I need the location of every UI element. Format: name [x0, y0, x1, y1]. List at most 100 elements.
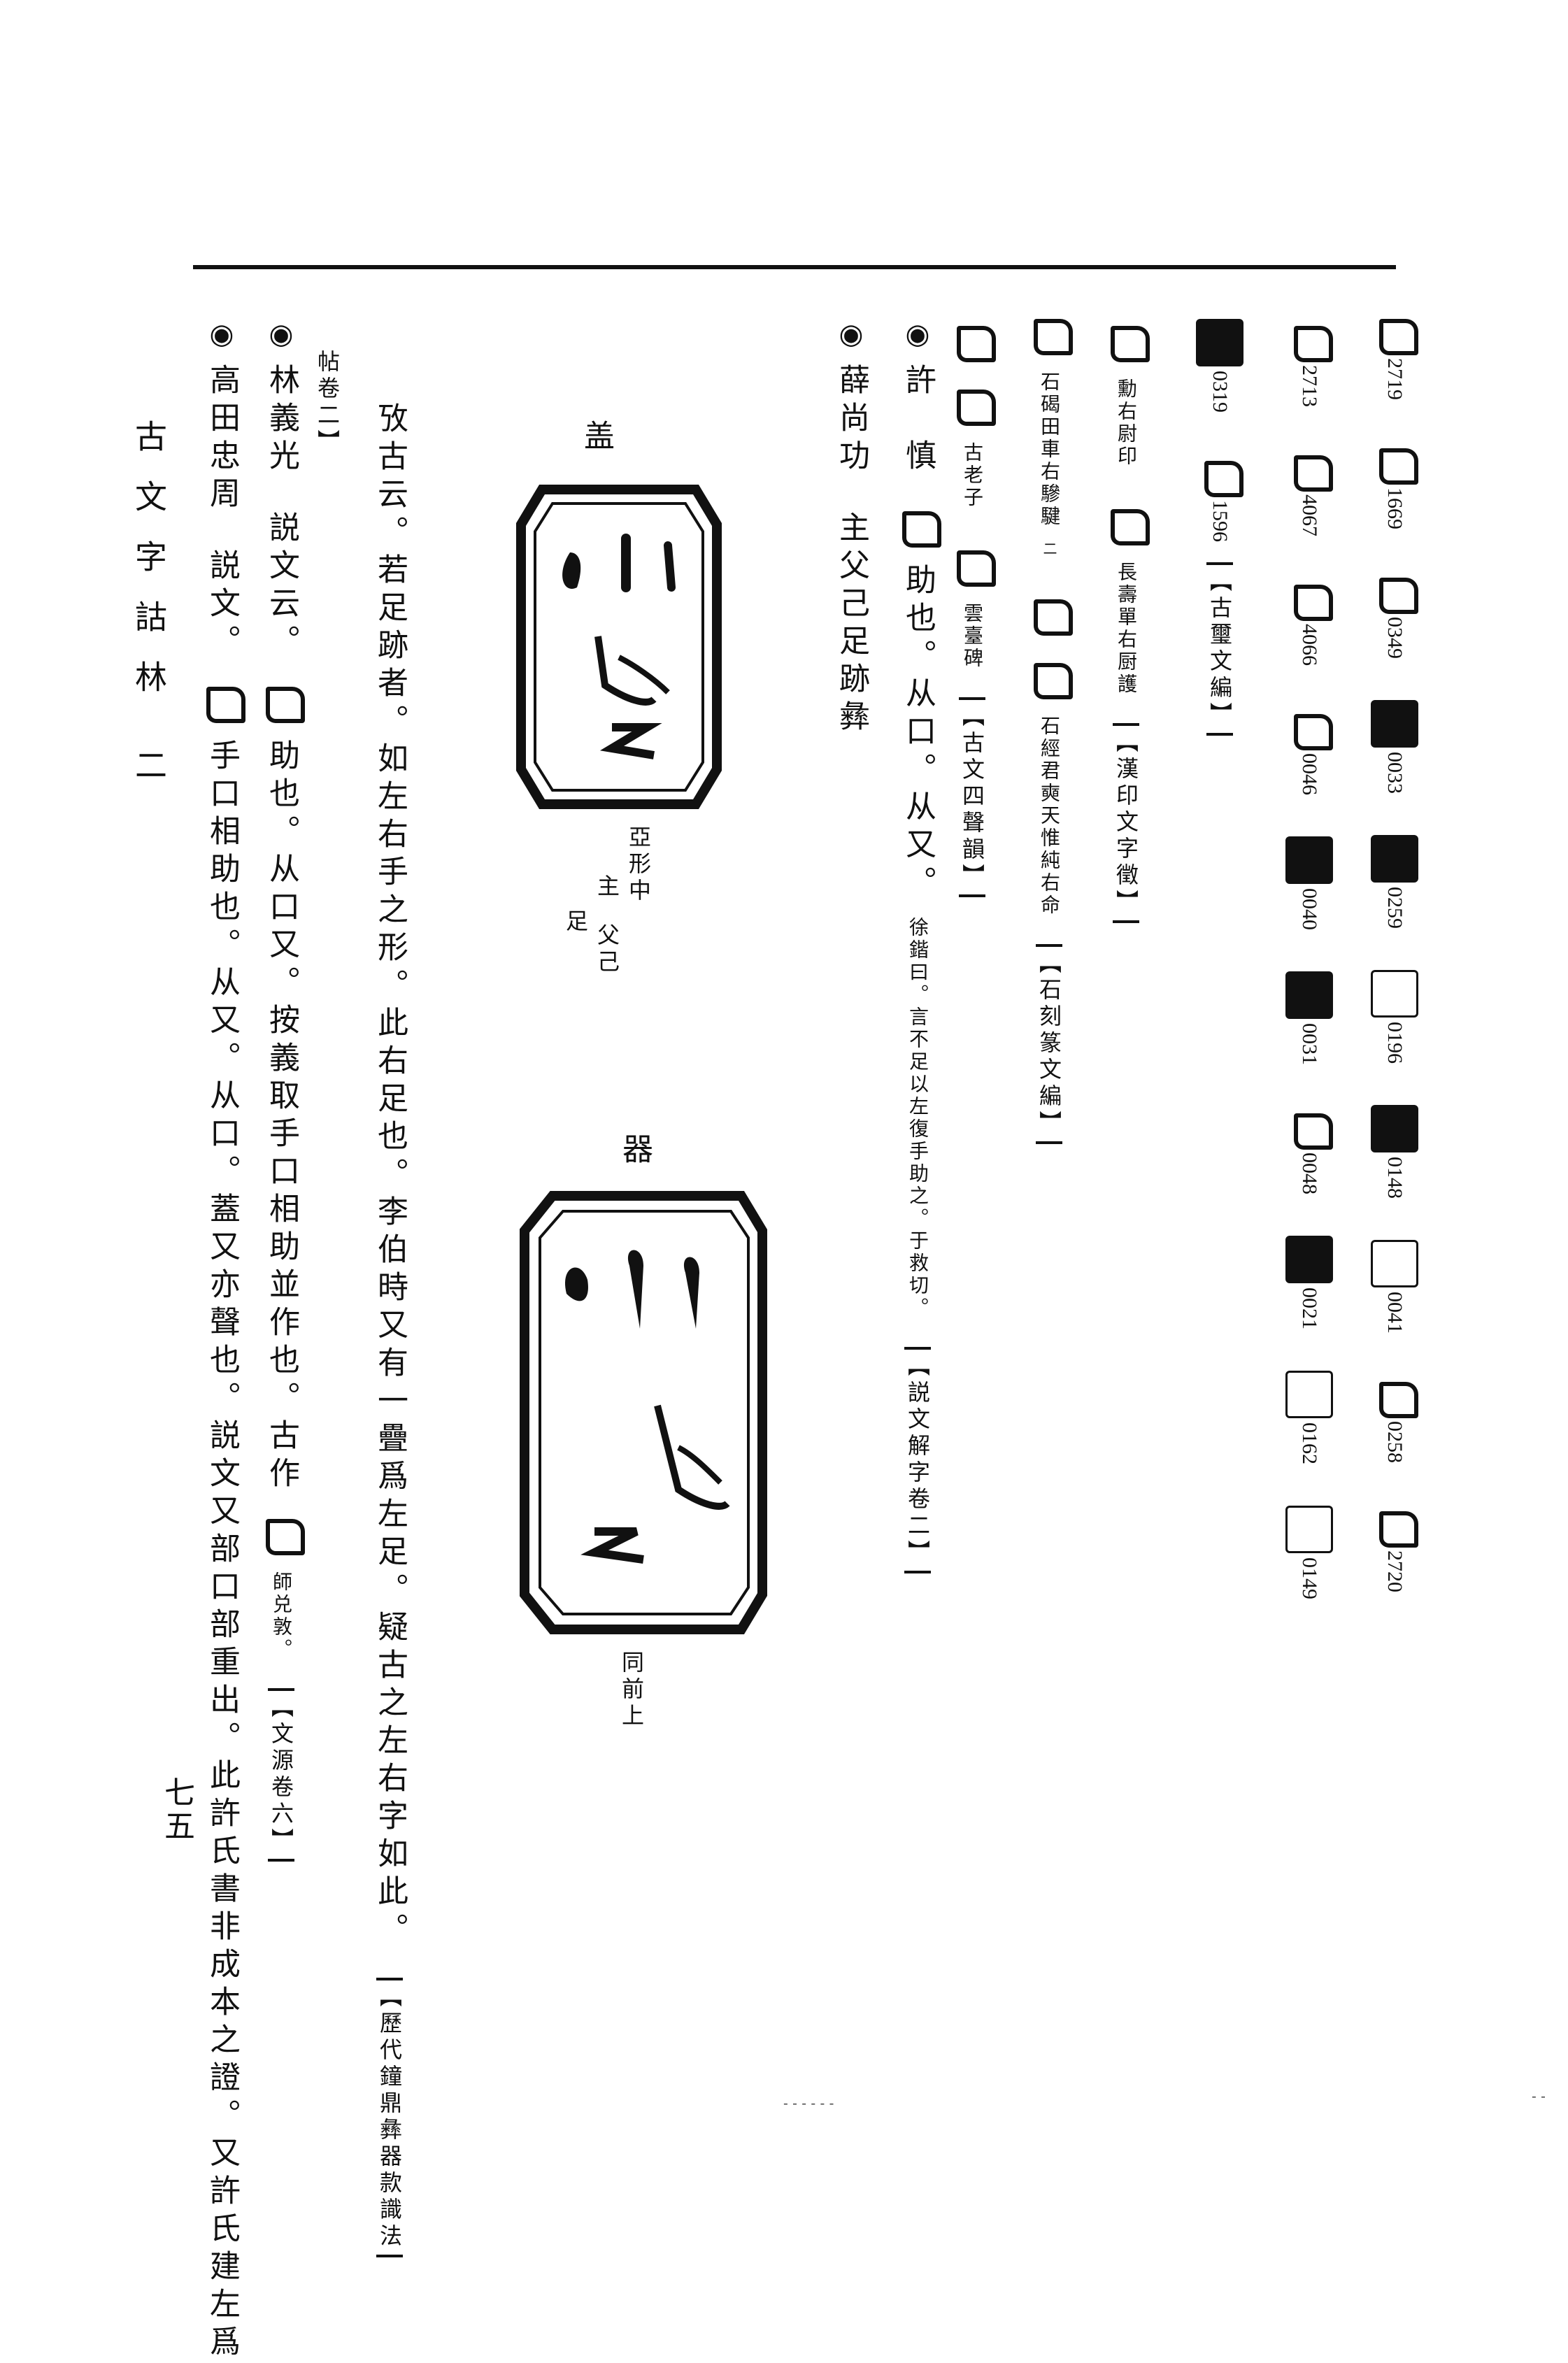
- seal-glyph-icon: [1105, 502, 1150, 545]
- glyph-number: 1669: [1383, 487, 1406, 529]
- book-title: 古文字詁林二: [126, 420, 172, 808]
- entry-xu-shen: ◉ 許 慎 助也。从口。从又。 徐鍇曰。言不足以左復手助之。于救切。 【説文解字…: [895, 318, 941, 1573]
- seal-glyph-icon: [951, 543, 996, 587]
- source-citation-continued: 帖卷二】: [314, 350, 341, 456]
- seal-glyph-icon: [951, 319, 996, 362]
- entry-text: 説文云。: [264, 511, 299, 662]
- glyph-number: 0033: [1383, 752, 1406, 794]
- glyph-number: 2713: [1298, 365, 1321, 407]
- glyph-number: 0040: [1298, 888, 1321, 930]
- glyph-number: 4066: [1298, 624, 1321, 666]
- scan-artifact: - -: [1532, 2087, 1546, 2104]
- seal-stamp-icon: [1285, 1236, 1333, 1283]
- seal-glyph-icon: [1288, 448, 1333, 492]
- source-citation: 【文源卷六】: [268, 1688, 294, 1862]
- source-citation: 【古璽文編】: [1206, 562, 1233, 736]
- bullet-icon: ◉: [265, 318, 297, 350]
- glyph-column-2: 2713 4067 4066 0046 0040 0031 0048 0021 …: [1285, 315, 1333, 1599]
- source-citation: 【説文解字卷二】: [904, 1347, 931, 1573]
- entry-text: 助也。从口又。按義取手口相助並作也。古作: [264, 739, 299, 1494]
- bullet-icon: ◉: [835, 318, 867, 350]
- seal-stamp-icon: [1196, 319, 1243, 366]
- caption-column-4: 勳右尉印 長壽單右厨護 【漢印文字徵】: [1105, 315, 1150, 923]
- glyph-number: 4067: [1298, 494, 1321, 536]
- entry-text: 助也。从口。从又。: [900, 564, 936, 904]
- glyph-number: 2719: [1383, 358, 1406, 400]
- glyph-number: 0259: [1383, 887, 1406, 929]
- inscription-caption: 足: [562, 909, 589, 936]
- source-citation: 【古文四聲韻】: [959, 697, 985, 897]
- glyph-number: 0021: [1298, 1287, 1321, 1329]
- author-name: 林義光: [264, 364, 299, 477]
- author-name: 薛尚功: [834, 364, 869, 477]
- entry-note: 徐鍇曰。言不足以左復手助之。于救切。: [906, 917, 929, 1320]
- glyph-number: 0046: [1298, 753, 1321, 795]
- seal-stamp-icon: [1285, 1506, 1333, 1553]
- book-volume: 二: [130, 748, 168, 808]
- glyph-number: 0196: [1383, 1022, 1406, 1064]
- author-name: 高田忠周: [204, 364, 240, 515]
- seal-glyph-icon: [1288, 1106, 1333, 1150]
- seal-stamp-icon: [1285, 971, 1333, 1019]
- glyph-number: 0041: [1383, 1292, 1406, 1334]
- book-title-text: 古文字詁林: [130, 420, 168, 720]
- inscription-label-lid: 盖: [578, 420, 614, 457]
- seal-stamp-icon: [1371, 700, 1418, 748]
- glyph-caption: 石碣田車右驂騝: [1038, 371, 1061, 528]
- entry-text: 攷古云。若足跡者。如左右手之形。此右足也。李伯時又有一疊爲左足。疑古之左右字如此…: [372, 402, 408, 1950]
- author-name: 許 慎: [900, 364, 936, 477]
- seal-glyph-icon: [201, 680, 245, 723]
- glyph-number: 0048: [1298, 1152, 1321, 1194]
- glyph-column-1: 2719 1669 0349 0033 0259 0196 0148 0041 …: [1371, 308, 1418, 1592]
- glyph-number: 1596: [1209, 500, 1232, 542]
- entry-kaogu-text: 攷古云。若足跡者。如左右手之形。此右足也。李伯時又有一疊爲左足。疑古之左右字如此…: [367, 402, 412, 2257]
- source-citation: 【石刻篆文編】: [1036, 944, 1062, 1144]
- glyph-caption: 石經君奭天惟純右命: [1038, 715, 1061, 917]
- seal-glyph-icon: [1288, 707, 1333, 750]
- inscription-caption: 父己: [594, 923, 620, 976]
- glyph-number: 0258: [1383, 1421, 1406, 1463]
- seal-glyph-icon: [260, 680, 305, 723]
- seal-stamp-icon: [1285, 1371, 1333, 1418]
- seal-stamp-icon: [1371, 835, 1418, 883]
- seal-glyph-icon: [1028, 656, 1073, 699]
- glyph-number: 0031: [1298, 1023, 1321, 1065]
- seal-stamp-icon: [1285, 836, 1333, 884]
- seal-stamp-icon: [1371, 970, 1418, 1018]
- seal-glyph-icon: [1374, 441, 1418, 485]
- glyph-number: 0162: [1298, 1422, 1321, 1464]
- entry-text: 手口相助也。从又。从口。蓋又亦聲也。説文又部口部重出。此許氏書非成本之證。又許氏…: [204, 739, 240, 2363]
- seal-glyph-icon: [1288, 578, 1333, 621]
- glyph-caption: 古老子: [961, 442, 984, 509]
- page-number: 七五: [159, 1776, 194, 1843]
- glyph-column-3: 0319 1596 【古璽文編】: [1196, 315, 1243, 736]
- glyph-number: 2720: [1383, 1550, 1406, 1592]
- glyph-number: 0148: [1383, 1157, 1406, 1199]
- inscription-label-vessel: 器: [617, 1133, 653, 1171]
- glyph-note: 二: [1041, 541, 1057, 558]
- glyph-caption: 長壽單右厨護: [1115, 562, 1138, 696]
- caption-column-6: 古老子 雲臺碑 【古文四聲韻】: [951, 315, 996, 897]
- seal-stamp-icon: [1371, 1240, 1418, 1287]
- seal-glyph-icon: [1288, 319, 1333, 362]
- bullet-icon: ◉: [206, 318, 238, 350]
- glyph-caption: 勳右尉印: [1115, 378, 1138, 468]
- seal-glyph-icon: [1374, 1375, 1418, 1418]
- top-rule: [193, 265, 1396, 269]
- seal-glyph-icon: [1199, 454, 1243, 497]
- seal-glyph-icon: [1028, 592, 1073, 636]
- inscription-caption: 同前上: [618, 1650, 645, 1730]
- source-citation: 【漢印文字徵】: [1113, 723, 1139, 923]
- entry-note: 師兑敦。: [270, 1571, 293, 1661]
- seal-glyph-icon: [1105, 319, 1150, 362]
- seal-glyph-icon: [1374, 312, 1418, 355]
- seal-stamp-icon: [1371, 1105, 1418, 1152]
- bullet-icon: ◉: [901, 318, 934, 350]
- entry-xue-shanggong: ◉ 薛尚功 主父己足跡彝: [829, 318, 874, 738]
- scan-artifact: - - - - - -: [783, 2094, 834, 2111]
- entry-text: 説文。: [204, 549, 240, 662]
- entry-text: 主父己足跡彝: [834, 511, 869, 738]
- glyph-caption: 雲臺碑: [961, 603, 984, 670]
- glyph-number: 0149: [1298, 1557, 1321, 1599]
- glyph-number: 0319: [1209, 371, 1232, 413]
